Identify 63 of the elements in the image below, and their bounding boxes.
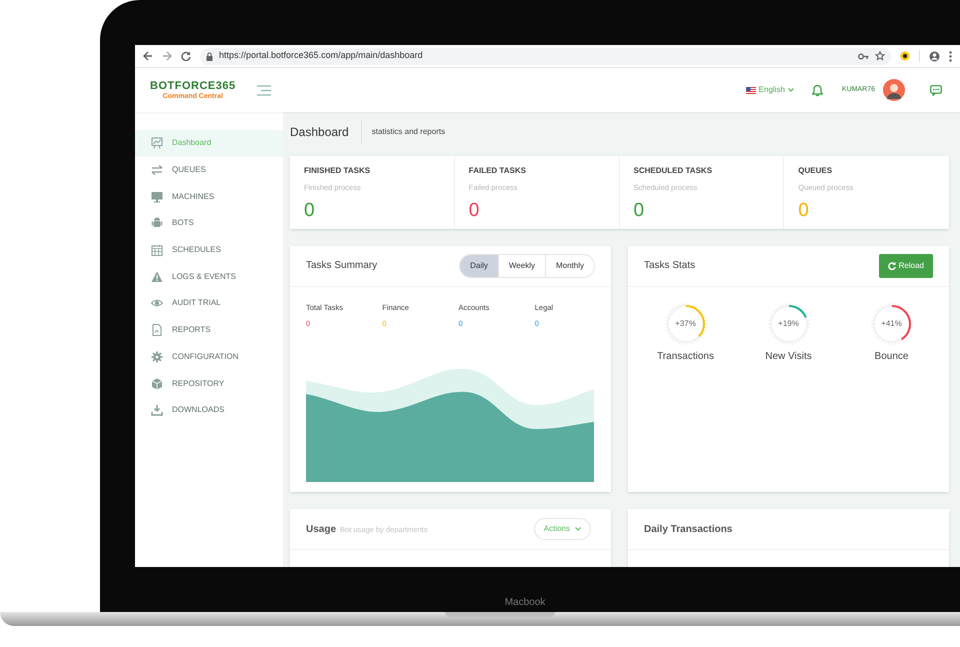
flag-icon [746, 86, 756, 94]
stat-title: QUEUES [798, 164, 834, 177]
robot-icon [151, 217, 163, 230]
gauge-reading: +37% [675, 318, 696, 330]
chart-icon [151, 137, 163, 150]
arrows-icon [151, 164, 163, 176]
gauge-reading: +19% [778, 318, 799, 330]
back-icon[interactable] [143, 51, 153, 61]
laptop-label: Macbook [504, 596, 546, 610]
panel-title: Tasks Stats [644, 259, 696, 274]
stat-value: 0 [304, 199, 315, 224]
monitor-icon [151, 190, 163, 203]
sidebar-item[interactable]: AUDIT TRIAL [135, 290, 283, 317]
gauge-label: New Visits [765, 350, 812, 364]
sidebar-item[interactable]: MACHINES [135, 183, 283, 210]
logo-title: BOTFORCE365 [150, 80, 236, 92]
more-icon[interactable] [949, 50, 952, 62]
gauge-label: Transactions [657, 350, 714, 364]
panel-title: Tasks Summary [306, 259, 378, 274]
gauge-reading: +41% [881, 318, 902, 330]
avatar-icon[interactable] [883, 79, 905, 101]
sidebar-item[interactable]: LOGS & EVENTS [135, 263, 283, 290]
reload-button[interactable]: Reload [878, 254, 933, 278]
bell-icon[interactable] [812, 84, 823, 96]
star-icon[interactable] [875, 51, 885, 61]
gauge-label: Bounce [874, 350, 908, 364]
period-tab[interactable]: Monthly [544, 254, 594, 277]
address-bar[interactable]: https://portal.botforce365.com/app/main/dashboard [200, 48, 891, 64]
key-icon[interactable] [858, 52, 869, 60]
extension-icon[interactable] [900, 51, 910, 61]
panel-title: Daily Transactions [644, 522, 732, 537]
period-tab[interactable]: Daily [460, 254, 498, 277]
stat-value: 0 [798, 199, 809, 224]
lock-icon [206, 52, 213, 60]
sidebar-item[interactable]: REPOSITORY [135, 370, 283, 397]
sidebar-item[interactable]: REPORTS [135, 316, 283, 344]
reload-icon[interactable] [181, 51, 191, 61]
refresh-icon [888, 262, 896, 270]
page-title: Dashboard [290, 124, 349, 142]
document-icon [151, 324, 163, 336]
chevron-down-icon [788, 88, 794, 92]
settings-icon [151, 350, 163, 363]
chevron-down-icon [575, 527, 581, 532]
cube-icon [151, 378, 163, 390]
sidebar-item[interactable]: CONFIGURATION [135, 344, 283, 370]
calendar-icon [151, 244, 163, 256]
sidebar-item[interactable]: DOWNLOADS [135, 396, 283, 424]
stat-value: 0 [468, 199, 480, 224]
url-text: https://portal.botforce365.com/app/main/dashboard [219, 49, 423, 62]
sidebar-item[interactable]: QUEUES [135, 156, 283, 184]
language-selector[interactable]: English [746, 84, 794, 96]
warning-icon [151, 270, 163, 283]
sidebar-item[interactable]: SCHEDULES [135, 236, 283, 264]
sidebar-item[interactable]: BOTS [135, 210, 283, 237]
stat-value: 0 [634, 199, 644, 224]
stat-title: FINISHED TASKS [304, 164, 372, 177]
chat-icon[interactable] [930, 84, 942, 96]
download-icon [151, 404, 163, 416]
stat-title: SCHEDULED TASKS [634, 164, 714, 177]
panel-title: Usage [306, 522, 336, 537]
account-icon[interactable] [929, 50, 940, 62]
stat-title: FAILED TASKS [468, 164, 527, 177]
page-subtitle: statistics and reports [372, 126, 446, 138]
